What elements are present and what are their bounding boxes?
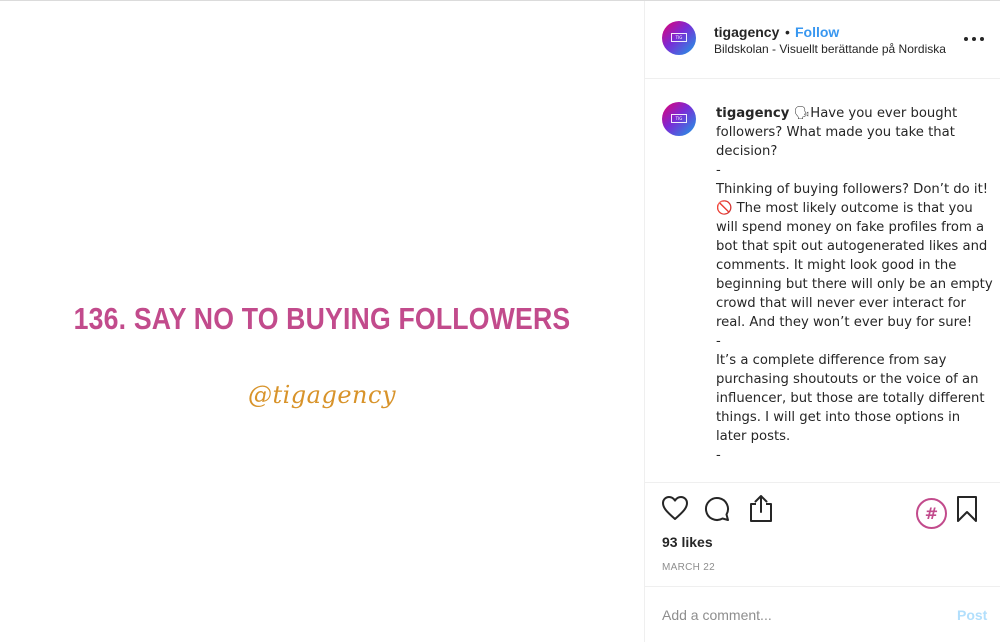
- post-side-panel: TIG tigagency • Follow Bildskolan - Visu…: [645, 1, 1000, 642]
- hashtag-icon[interactable]: #: [916, 498, 947, 529]
- follow-button[interactable]: Follow: [795, 24, 839, 40]
- share-icon[interactable]: [747, 493, 775, 523]
- comment-icon[interactable]: [703, 495, 731, 523]
- heart-icon[interactable]: [661, 495, 689, 521]
- header-separator: •: [785, 24, 790, 40]
- post-caption: TIG tigagency 🗣Have you ever bought foll…: [645, 80, 1000, 482]
- caption-body: tigagency 🗣Have you ever bought follower…: [716, 104, 994, 465]
- post-media[interactable]: 136. SAY NO TO BUYING FOLLOWERS @tigagen…: [0, 1, 644, 642]
- media-handle-text: @tigagency: [247, 381, 396, 409]
- post-actions: # 93 likes MARCH 22: [645, 482, 1000, 586]
- more-options-icon[interactable]: [964, 37, 986, 43]
- avatar[interactable]: TIG: [662, 102, 696, 136]
- caption-username-link[interactable]: tigagency: [716, 106, 789, 121]
- post-comment-button[interactable]: Post: [957, 607, 987, 623]
- post-date[interactable]: MARCH 22: [662, 562, 715, 573]
- location-link[interactable]: Bildskolan - Visuellt berättande på Nord…: [714, 42, 946, 56]
- media-title-text: 136. SAY NO TO BUYING FOLLOWERS: [73, 301, 571, 336]
- likes-count[interactable]: 93 likes: [662, 534, 713, 550]
- comment-input[interactable]: [662, 603, 932, 627]
- comment-bar: Post: [645, 586, 1000, 642]
- header-username-link[interactable]: tigagency: [714, 24, 779, 40]
- caption-text: 🗣Have you ever bought followers? What ma…: [716, 106, 993, 463]
- avatar[interactable]: TIG: [662, 21, 696, 55]
- post-header: TIG tigagency • Follow Bildskolan - Visu…: [645, 1, 1000, 79]
- bookmark-icon[interactable]: [956, 495, 978, 523]
- avatar-logo-mark: TIG: [671, 33, 687, 42]
- avatar-logo-mark: TIG: [671, 114, 687, 123]
